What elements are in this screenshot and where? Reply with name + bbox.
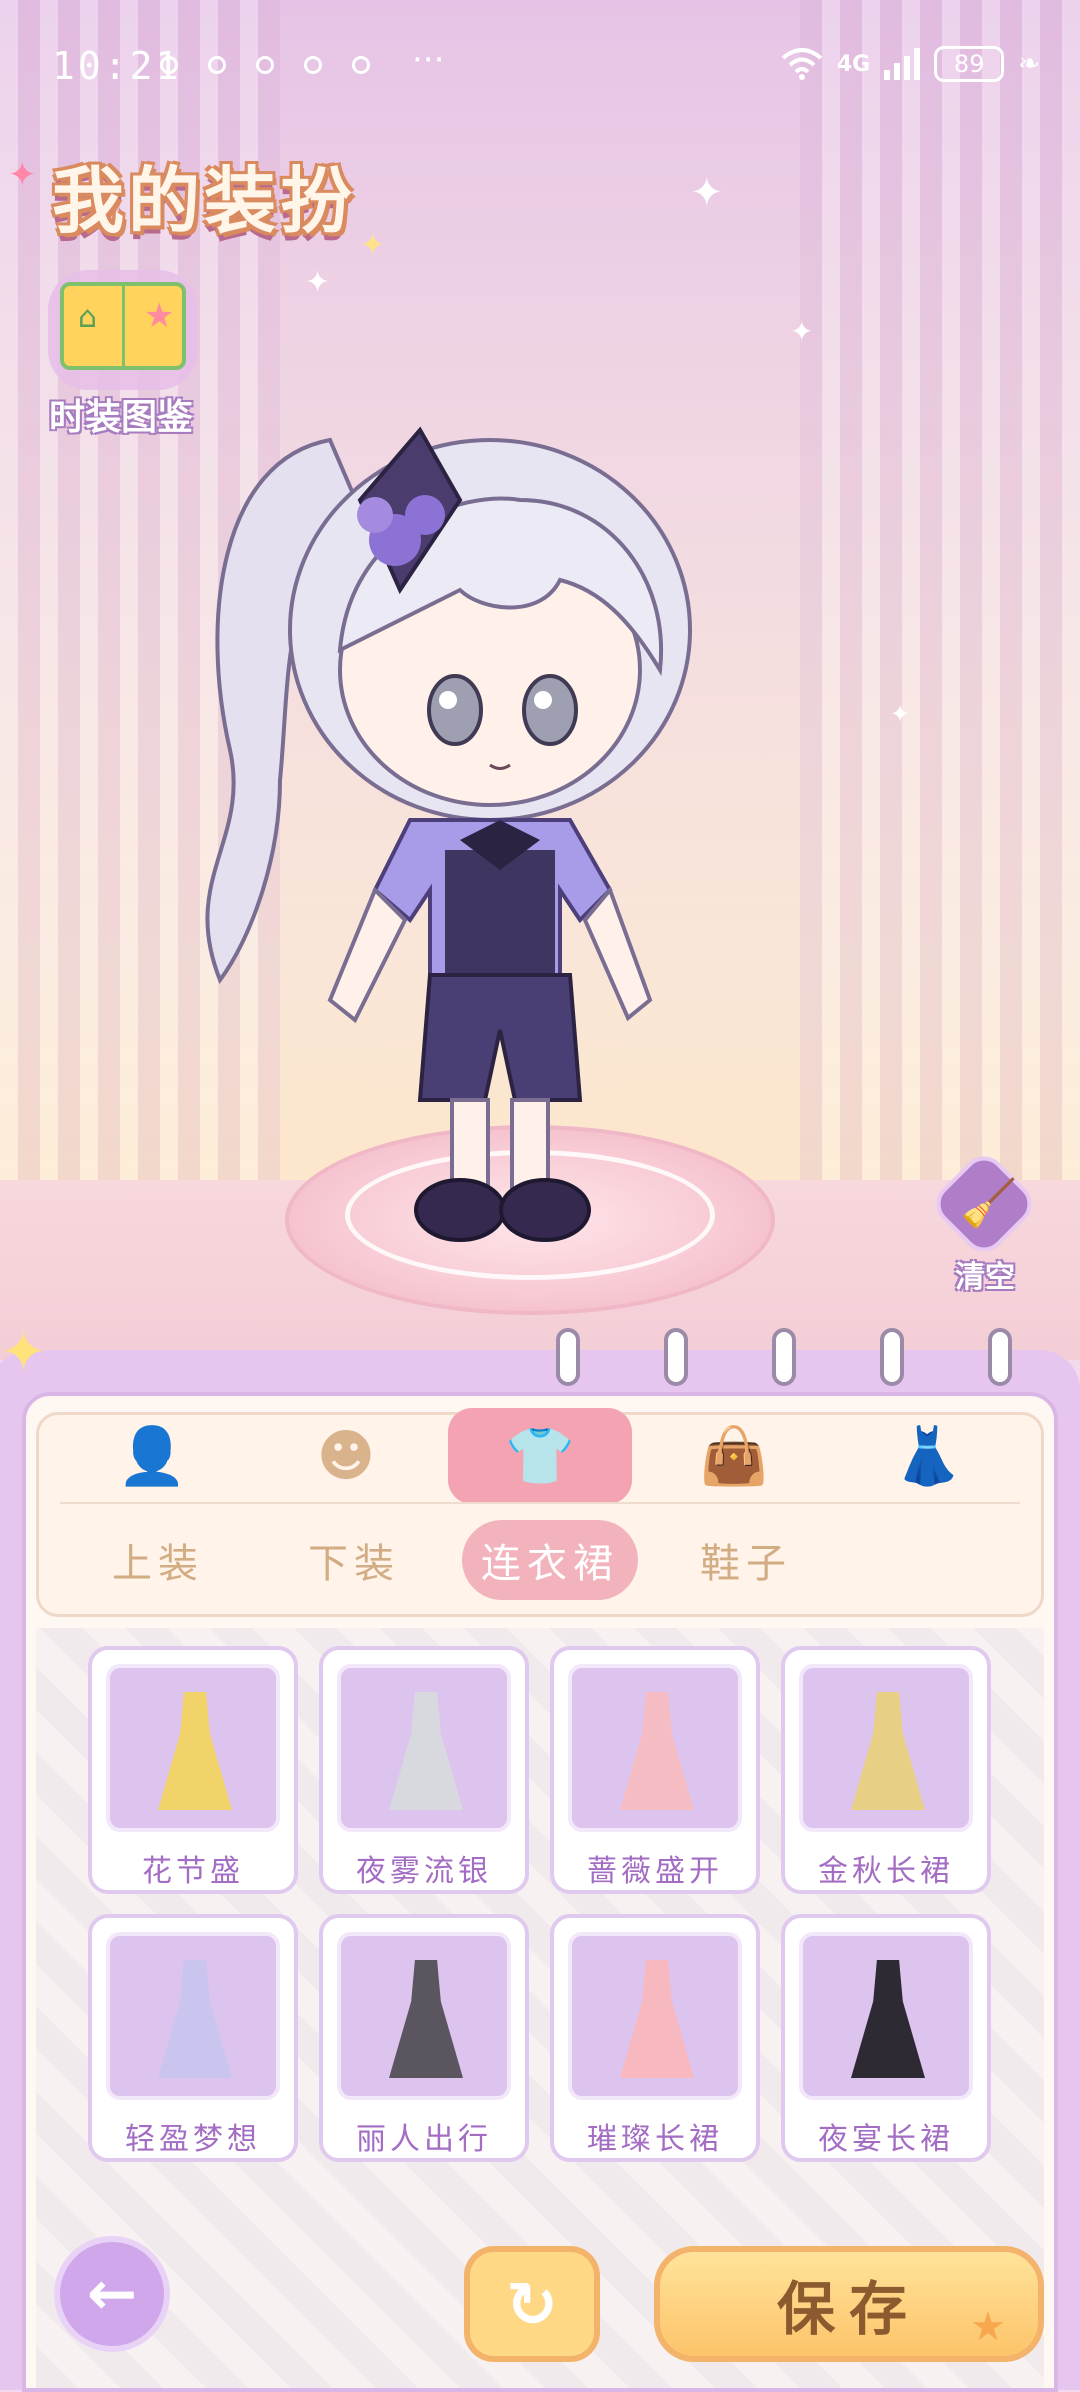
sparkle-icon: ✦ bbox=[890, 700, 911, 728]
dress-thumbnail bbox=[799, 1932, 973, 2100]
face-icon: ☻ bbox=[316, 1423, 376, 1489]
page-title: 我的装扮 bbox=[52, 159, 357, 243]
refresh-icon: ↻ bbox=[506, 2267, 558, 2341]
subtab-tops[interactable]: 上装 bbox=[70, 1520, 246, 1600]
dress-thumbnail bbox=[568, 1664, 742, 1832]
category-tabs: 👤 ☻ 👕 👜 👗 bbox=[60, 1408, 1020, 1508]
network-type: 4G bbox=[836, 51, 871, 77]
status-bar: 10:21 ··· 4G 89 ❧ bbox=[0, 0, 1080, 130]
book-icon: ⌂ ★ bbox=[60, 282, 186, 370]
subcategory-tabs: 上装 下装 连衣裙 鞋子 bbox=[70, 1520, 834, 1600]
dress-icon bbox=[389, 1960, 463, 2078]
subtab-shoes[interactable]: 鞋子 bbox=[658, 1520, 834, 1600]
notification-icon bbox=[304, 56, 322, 74]
save-label: 保存 bbox=[776, 2275, 921, 2343]
clear-label: 清空 bbox=[955, 1260, 1015, 1295]
binder-ring bbox=[988, 1328, 1012, 1386]
binder-ring bbox=[556, 1328, 580, 1386]
tab-clothing[interactable]: 👕 bbox=[448, 1408, 632, 1504]
dress-item-card[interactable]: 璀璨长裙 bbox=[550, 1914, 760, 2162]
tab-hairstyle[interactable]: 👤 bbox=[60, 1408, 244, 1504]
sparkle-icon: ✦ bbox=[305, 265, 331, 300]
binder-ring bbox=[664, 1328, 688, 1386]
dress-item-card[interactable]: 花节盛 bbox=[88, 1646, 298, 1894]
back-button[interactable]: ← bbox=[54, 2236, 170, 2352]
back-arrow-icon: ← bbox=[86, 2259, 138, 2329]
hairstyle-icon: 👤 bbox=[117, 1424, 187, 1489]
dress-item-label: 金秋长裙 bbox=[818, 1854, 954, 1889]
dress-item-label: 花节盛 bbox=[142, 1854, 244, 1889]
dress-icon bbox=[158, 1960, 232, 2078]
dress-item-card[interactable]: 轻盈梦想 bbox=[88, 1914, 298, 2162]
dress-icon bbox=[389, 1692, 463, 1810]
sparkle-icon: ✦ bbox=[360, 228, 386, 263]
save-button[interactable]: 保存 ★ bbox=[654, 2246, 1044, 2362]
right-curtain bbox=[800, 0, 1080, 1330]
dress-item-card[interactable]: 夜宴长裙 bbox=[781, 1914, 991, 2162]
binder-ring bbox=[772, 1328, 796, 1386]
notification-icon bbox=[256, 56, 274, 74]
battery-icon: 89 bbox=[934, 46, 1005, 82]
notification-icon bbox=[208, 56, 226, 74]
dress-item-label: 璀璨长裙 bbox=[587, 2122, 723, 2157]
dress-item-card[interactable]: 丽人出行 bbox=[319, 1914, 529, 2162]
avatar-character[interactable] bbox=[160, 420, 720, 1270]
wifi-icon bbox=[781, 48, 823, 80]
tab-dress-stand[interactable]: 👗 bbox=[836, 1408, 1020, 1504]
dress-thumbnail bbox=[568, 1932, 742, 2100]
sparkle-icon: ✦ bbox=[790, 315, 814, 348]
dress-thumbnail bbox=[337, 1932, 511, 2100]
tab-face[interactable]: ☻ bbox=[254, 1408, 438, 1504]
tab-divider bbox=[60, 1502, 1020, 1504]
reset-button[interactable]: ↻ bbox=[464, 2246, 600, 2362]
dress-item-label: 夜宴长裙 bbox=[818, 2122, 954, 2157]
dress-thumbnail bbox=[106, 1932, 280, 2100]
dress-thumbnail bbox=[106, 1664, 280, 1832]
sparkle-icon: ✦ bbox=[8, 155, 37, 195]
dress-item-card[interactable]: 蔷薇盛开 bbox=[550, 1646, 760, 1894]
binder-ring bbox=[880, 1328, 904, 1386]
signal-icon bbox=[884, 48, 921, 80]
more-notifications: ··· bbox=[412, 40, 445, 80]
star-icon: ★ bbox=[144, 296, 175, 336]
bag-icon: 👜 bbox=[699, 1424, 769, 1489]
dress-item-label: 蔷薇盛开 bbox=[587, 1854, 723, 1889]
clothing-icon: 👕 bbox=[505, 1424, 575, 1489]
binder-rings bbox=[0, 1328, 1080, 1388]
dress-thumbnail bbox=[799, 1664, 973, 1832]
battery-level: 89 bbox=[953, 50, 985, 78]
dress-item-label: 丽人出行 bbox=[356, 2122, 492, 2157]
dress-item-card[interactable]: 金秋长裙 bbox=[781, 1646, 991, 1894]
star-icon: ★ bbox=[970, 2304, 1020, 2350]
notification-icons bbox=[160, 56, 370, 74]
dress-stand-icon: 👗 bbox=[893, 1424, 963, 1489]
dress-icon bbox=[620, 1692, 694, 1810]
dress-thumbnail bbox=[337, 1664, 511, 1832]
notification-icon bbox=[352, 56, 370, 74]
items-grid: 花节盛 夜雾流银 蔷薇盛开 金秋长裙轻盈梦想 丽人出行 璀璨长裙 夜宴长裙 bbox=[88, 1646, 993, 2162]
dress-item-label: 夜雾流银 bbox=[356, 1854, 492, 1889]
subtab-dresses[interactable]: 连衣裙 bbox=[462, 1520, 638, 1600]
dress-item-label: 轻盈梦想 bbox=[125, 2122, 261, 2157]
dress-icon bbox=[620, 1960, 694, 2078]
dress-icon bbox=[851, 1692, 925, 1810]
dress-icon bbox=[158, 1692, 232, 1810]
dress-icon bbox=[851, 1960, 925, 2078]
hanger-icon: ⌂ bbox=[78, 300, 98, 335]
notification-icon bbox=[160, 56, 178, 74]
status-right: 4G 89 ❧ bbox=[781, 46, 1040, 82]
dress-item-card[interactable]: 夜雾流银 bbox=[319, 1646, 529, 1894]
broom-icon: 🧹 bbox=[960, 1176, 1018, 1230]
sparkle-icon: ✦ bbox=[690, 170, 724, 216]
tab-accessories[interactable]: 👜 bbox=[642, 1408, 826, 1504]
clear-outfit-button[interactable]: 🧹 清空 bbox=[927, 1147, 1041, 1295]
leaf-icon: ❧ bbox=[1018, 49, 1040, 79]
subtab-bottoms[interactable]: 下装 bbox=[266, 1520, 442, 1600]
